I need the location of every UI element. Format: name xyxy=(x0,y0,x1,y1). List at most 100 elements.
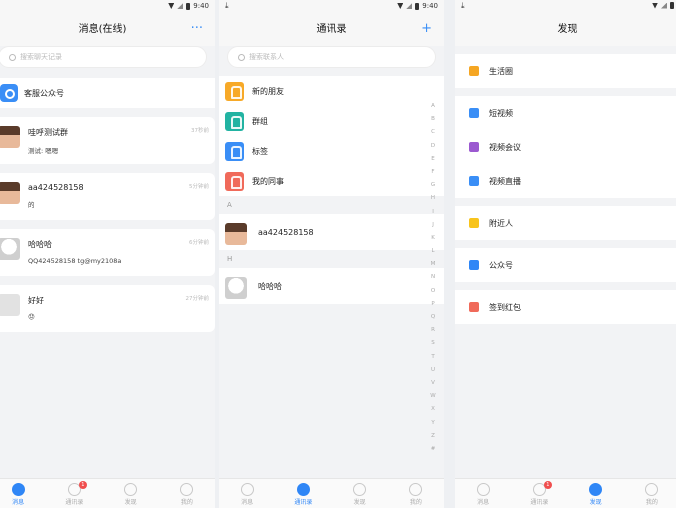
discover-item[interactable]: 生活圈 xyxy=(455,54,676,88)
tab-me[interactable]: 我的 xyxy=(159,479,215,508)
chat-preview: 的 xyxy=(28,201,35,209)
more-icon[interactable]: ··· xyxy=(191,13,203,44)
signal-icon xyxy=(406,3,413,9)
alphabet-letter[interactable]: R xyxy=(431,324,435,337)
tab-contacts[interactable]: 通讯录 1 xyxy=(46,479,102,508)
wifi-icon xyxy=(397,3,404,9)
alphabet-letter[interactable]: F xyxy=(431,166,434,179)
alphabet-letter[interactable]: E xyxy=(431,153,434,166)
alphabet-letter[interactable]: U xyxy=(431,364,435,377)
compass-icon xyxy=(589,483,603,496)
discover-item-label: 视频直播 xyxy=(489,176,521,186)
chat-item[interactable]: 好好 😞 27分钟前 xyxy=(0,285,215,332)
service-account-label: 客服公众号 xyxy=(24,88,64,98)
avatar xyxy=(0,126,20,148)
alphabet-letter[interactable]: # xyxy=(431,443,436,456)
tab-label: 消息 xyxy=(12,499,25,506)
contact-shortcut-label: 标签 xyxy=(252,146,268,156)
chat-item[interactable]: aa424528158 的 5分钟前 xyxy=(0,173,215,220)
discover-item-label: 生活圈 xyxy=(489,66,513,76)
status-bar: 9:40 xyxy=(0,0,215,13)
download-icon: ⤓ xyxy=(461,1,465,10)
discover-item[interactable]: 公众号 xyxy=(455,248,676,282)
discover-item[interactable]: 视频直播 xyxy=(455,164,676,198)
contacts-screen: ⤓ 9:40 通讯录 + 搜索联系人 新的朋友群组标签我的同事 Aaa42452… xyxy=(219,0,444,508)
alphabet-letter[interactable]: L xyxy=(431,245,434,258)
chat-preview: 测试: 嗯嗯 xyxy=(28,147,59,155)
add-contact-icon[interactable]: + xyxy=(421,13,432,44)
alphabet-letter[interactable]: Q xyxy=(431,311,435,324)
alphabet-letter[interactable]: K xyxy=(431,232,435,245)
tab-label: 通讯录 xyxy=(65,499,84,506)
chat-icon xyxy=(476,483,490,496)
contact-item[interactable]: aa424528158 xyxy=(219,214,444,250)
contact-item[interactable]: 哈哈哈 xyxy=(219,268,444,304)
compass-icon xyxy=(124,483,138,496)
contact-shortcut-item[interactable]: 我的同事 xyxy=(219,166,444,196)
tab-label: 我的 xyxy=(180,499,193,506)
alphabet-letter[interactable]: B xyxy=(431,113,435,126)
alphabet-letter[interactable]: D xyxy=(431,140,435,153)
search-input[interactable]: 搜索联系人 xyxy=(227,46,436,68)
alphabet-letter[interactable]: Y xyxy=(431,417,434,430)
alphabet-letter[interactable]: I xyxy=(432,206,434,219)
tab-contacts[interactable]: 通讯录 1 xyxy=(511,479,567,508)
section-letter: H xyxy=(219,250,444,268)
tab-messages[interactable]: 消息 xyxy=(219,479,275,508)
tab-me[interactable]: 我的 xyxy=(388,479,444,508)
alphabet-letter[interactable]: S xyxy=(431,337,435,350)
alphabet-index[interactable]: A B C D E F G H I J K L M N O P Q R S T U V W X Y Z # xyxy=(428,100,438,456)
tab-me[interactable]: 我的 xyxy=(624,479,676,508)
contact-shortcut-item[interactable]: 群组 xyxy=(219,106,444,136)
alphabet-letter[interactable]: W xyxy=(430,390,435,403)
alphabet-letter[interactable]: J xyxy=(432,219,434,232)
discover-item[interactable]: 视频会议 xyxy=(455,130,676,164)
contact-shortcut-item[interactable]: 标签 xyxy=(219,136,444,166)
tab-messages[interactable]: 消息 xyxy=(0,479,46,508)
alphabet-letter[interactable]: G xyxy=(431,179,435,192)
service-account-item[interactable]: 客服公众号 xyxy=(0,78,215,108)
discover-item[interactable]: 附近人 xyxy=(455,206,676,240)
tab-label: 发现 xyxy=(589,499,602,506)
alphabet-letter[interactable]: H xyxy=(431,192,435,205)
app-bar: 发现 xyxy=(455,13,676,46)
contact-shortcut-item[interactable]: 新的朋友 xyxy=(219,76,444,106)
alphabet-letter[interactable]: V xyxy=(431,377,435,390)
contact-shortcut-icon xyxy=(225,141,244,161)
alphabet-letter[interactable]: T xyxy=(431,351,434,364)
tab-discover[interactable]: 发现 xyxy=(568,479,624,508)
tab-contacts[interactable]: 通讯录 xyxy=(275,479,331,508)
avatar xyxy=(0,238,20,260)
contact-shortcut-icon xyxy=(225,81,244,101)
contacts-icon xyxy=(296,483,310,496)
alphabet-letter[interactable]: O xyxy=(431,285,435,298)
chat-item[interactable]: 哈哈哈 QQ424528158 tg@my2108a 6分钟前 xyxy=(0,229,215,276)
status-bar: ⤓ xyxy=(455,0,676,13)
download-icon: ⤓ xyxy=(225,1,229,10)
wifi-icon xyxy=(168,3,175,9)
contact-shortcuts: 新的朋友群组标签我的同事 xyxy=(219,76,444,196)
tab-label: 消息 xyxy=(241,499,254,506)
discover-group: 公众号 xyxy=(455,248,676,282)
alphabet-letter[interactable]: P xyxy=(431,298,434,311)
discover-screen: ⤓ 发现 生活圈 短视频 视频会议 视频直播 附近人 公众号 签到红包 消息 通讯录 1 发现 我的 xyxy=(455,0,676,508)
discover-item-label: 签到红包 xyxy=(489,302,521,312)
discover-item-icon xyxy=(469,66,479,76)
status-time: 9:40 xyxy=(422,2,438,10)
chat-item[interactable]: 哇呼测试群 测试: 嗯嗯 37秒前 xyxy=(0,117,215,164)
alphabet-letter[interactable]: A xyxy=(431,100,435,113)
alphabet-letter[interactable]: C xyxy=(431,126,435,139)
tab-messages[interactable]: 消息 xyxy=(455,479,511,508)
alphabet-letter[interactable]: Z xyxy=(431,430,435,443)
discover-item-icon xyxy=(469,142,479,152)
discover-item[interactable]: 签到红包 xyxy=(455,290,676,324)
tab-discover[interactable]: 发现 xyxy=(332,479,388,508)
discover-item[interactable]: 短视频 xyxy=(455,96,676,130)
alphabet-letter[interactable]: N xyxy=(431,271,435,284)
contact-shortcut-label: 新的朋友 xyxy=(252,86,284,96)
tab-discover[interactable]: 发现 xyxy=(103,479,159,508)
tab-bar: 消息 通讯录 1 发现 我的 xyxy=(455,478,676,508)
alphabet-letter[interactable]: M xyxy=(431,258,436,271)
search-input[interactable]: 搜索聊天记录 xyxy=(0,46,207,68)
alphabet-letter[interactable]: X xyxy=(431,403,435,416)
